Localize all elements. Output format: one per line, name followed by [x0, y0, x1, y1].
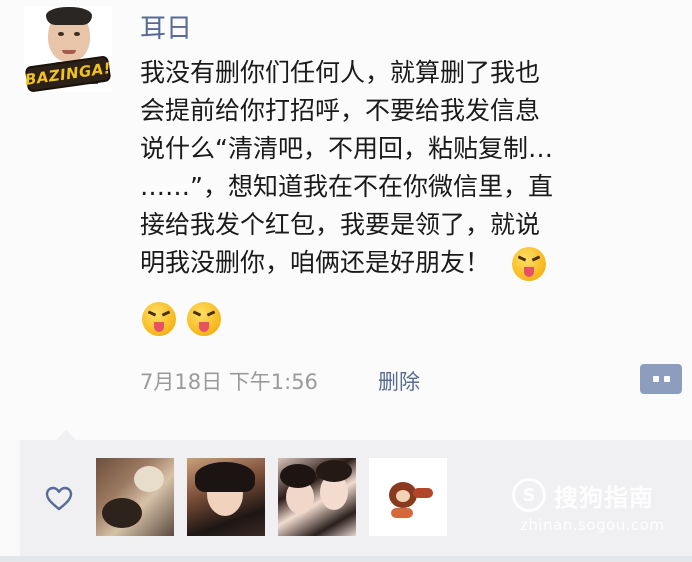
emoji-row: [138, 302, 222, 336]
liker-avatar[interactable]: [187, 458, 265, 536]
author-avatar[interactable]: BAZINGA!: [24, 6, 112, 92]
bottom-divider: [0, 556, 692, 562]
bazinga-logo: BAZINGA!: [24, 55, 112, 92]
heart-outline-icon: [45, 486, 73, 511]
post-timestamp: 7月18日 下午1:56: [140, 370, 318, 394]
author-name[interactable]: 耳日: [140, 8, 192, 45]
content-line: 我没有删你们任何人，就算删了我也: [140, 58, 541, 87]
content-line: 会提前给你打招呼，不要给我发信息: [140, 96, 541, 125]
watermark-text: 搜狗指南: [554, 484, 654, 512]
liker-avatar[interactable]: [96, 458, 174, 536]
dot-icon: [652, 376, 659, 382]
content-line-text: 明我没删你，咱俩还是好朋友！: [140, 248, 491, 277]
content-line-last: 明我没删你，咱俩还是好朋友！: [140, 244, 692, 282]
post-content: 我没有删你们任何人，就算删了我也 会提前给你打招呼，不要给我发信息 说什么“清清…: [140, 54, 692, 282]
sogou-watermark: S 搜狗指南 zhinan.sogou.com: [512, 472, 692, 536]
dot-icon: [663, 376, 670, 382]
liker-avatar[interactable]: [369, 458, 447, 536]
content-line: 说什么“清清吧，不用回，粘贴复制…: [140, 134, 553, 163]
squinting-tongue-emoji-icon: [512, 247, 547, 281]
avatar-eye: [74, 32, 80, 36]
panel-arrow: [56, 430, 76, 440]
watermark-url: zhinan.sogou.com: [520, 516, 665, 534]
comment-button[interactable]: [640, 364, 682, 394]
avatar-hair: [46, 7, 92, 25]
squinting-tongue-emoji-icon: [187, 302, 222, 336]
avatar-mouth: [62, 50, 76, 54]
liker-avatar[interactable]: [278, 458, 356, 536]
avatar-eye: [58, 32, 64, 36]
squinting-tongue-emoji-icon: [142, 302, 176, 336]
content-line: ……”，想知道我在不在你微信里，直: [140, 172, 553, 201]
moment-post: BAZINGA! 耳日 我没有删你们任何人，就算删了我也 会提前给你打招呼，不要…: [0, 0, 692, 440]
sogou-logo-icon: S: [512, 478, 546, 512]
delete-link[interactable]: 删除: [378, 366, 420, 396]
content-line: 接给我发个红包，我要是领了，就说: [140, 210, 541, 239]
